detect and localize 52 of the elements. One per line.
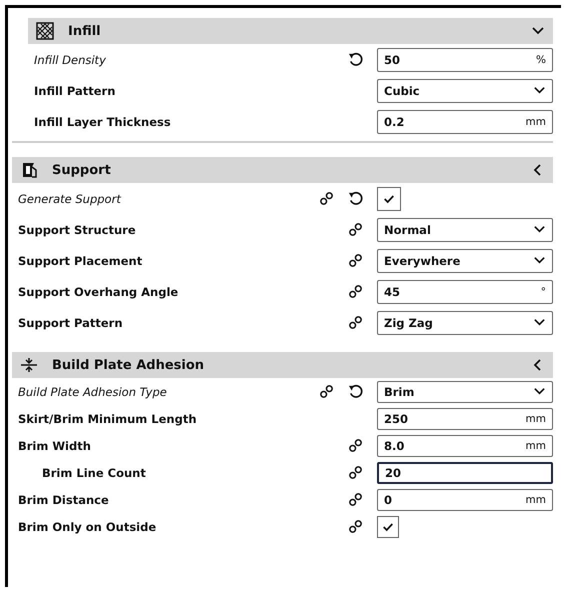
link-icon[interactable] xyxy=(319,191,334,206)
setting-label: Infill Density xyxy=(34,52,107,66)
dropdown[interactable]: Zig Zag xyxy=(377,310,553,334)
link-icon[interactable] xyxy=(348,465,363,480)
reset-icon[interactable] xyxy=(348,384,363,399)
checkbox[interactable] xyxy=(377,516,399,538)
link-icon[interactable] xyxy=(348,519,363,534)
section-title: Infill xyxy=(68,24,102,38)
dropdown[interactable]: Cubic xyxy=(377,78,553,102)
dropdown[interactable]: Normal xyxy=(377,218,553,242)
link-icon[interactable] xyxy=(348,315,363,330)
setting-label: Brim Distance xyxy=(18,492,110,506)
section-header[interactable]: Support xyxy=(12,157,553,183)
section-header[interactable]: Build Plate Adhesion xyxy=(12,352,553,378)
section-header[interactable]: Infill xyxy=(28,18,553,44)
dropdown[interactable]: Brim xyxy=(377,380,553,402)
setting-label: Support Structure xyxy=(18,222,137,236)
reset-icon[interactable] xyxy=(348,191,363,206)
setting-label: Support Pattern xyxy=(18,316,124,330)
link-icon[interactable] xyxy=(348,492,363,507)
number-field[interactable]: 20 xyxy=(377,462,553,484)
checkmark-icon xyxy=(383,192,395,204)
link-icon[interactable] xyxy=(348,222,363,237)
number-field[interactable]: 0 mm xyxy=(377,488,553,510)
number-field[interactable]: 0.2 mm xyxy=(377,110,553,134)
setting-label: Skirt/Brim Minimum Length xyxy=(18,412,198,426)
infill-icon xyxy=(36,22,54,40)
setting-label: Support Overhang Angle xyxy=(18,284,180,298)
section-title: Support xyxy=(52,162,112,178)
section-title: Build Plate Adhesion xyxy=(52,358,206,372)
number-field[interactable]: 250 mm xyxy=(377,408,553,430)
checkbox[interactable] xyxy=(377,186,401,210)
link-icon[interactable] xyxy=(348,253,363,268)
setting-label: Build Plate Adhesion Type xyxy=(18,384,168,398)
setting-label: Brim Width xyxy=(18,438,92,452)
number-field[interactable]: 50 % xyxy=(377,48,553,72)
reset-icon[interactable] xyxy=(348,52,363,67)
support-icon xyxy=(20,161,38,179)
setting-label: Infill Layer Thickness xyxy=(34,114,172,128)
setting-label: Brim Line Count xyxy=(41,466,147,480)
setting-label: Infill Pattern xyxy=(34,84,116,98)
number-field[interactable]: 8.0 mm xyxy=(377,434,553,456)
link-icon[interactable] xyxy=(348,438,363,453)
dropdown[interactable]: Everywhere xyxy=(377,248,553,272)
checkmark-icon xyxy=(382,520,394,532)
crosshair-arrows-icon xyxy=(20,356,38,374)
number-field[interactable]: 45 ° xyxy=(377,280,553,304)
link-icon[interactable] xyxy=(319,384,334,399)
setting-label: Support Placement xyxy=(18,254,144,268)
setting-label: Brim Only on Outside xyxy=(18,520,158,534)
link-icon[interactable] xyxy=(348,284,363,299)
setting-label: Generate Support xyxy=(18,192,122,206)
